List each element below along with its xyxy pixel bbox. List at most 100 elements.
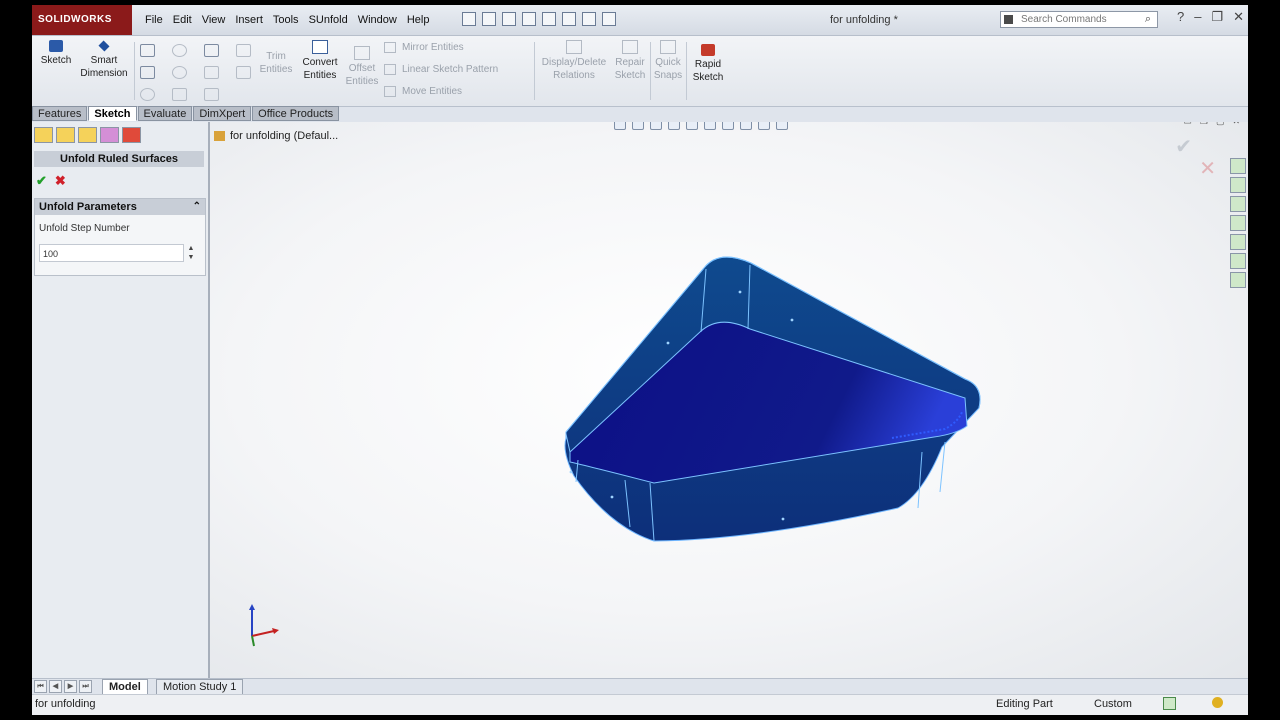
linear-sketch-pattern-button[interactable]: Linear Sketch Pattern bbox=[384, 64, 498, 75]
property-manager-panel: Unfold Ruled Surfaces ✔ ✖ Unfold Paramet… bbox=[32, 122, 210, 679]
slot-tool-icon[interactable] bbox=[140, 88, 155, 101]
rebuild-status-icon[interactable] bbox=[1163, 697, 1176, 710]
polygon-tool-icon[interactable] bbox=[172, 88, 187, 101]
repair-sketch-button[interactable]: Repair Sketch bbox=[612, 40, 648, 82]
sketch-point[interactable] bbox=[781, 517, 785, 521]
status-units[interactable]: Custom bbox=[1094, 698, 1132, 710]
tab-evaluate[interactable]: Evaluate bbox=[137, 106, 193, 121]
unfold-step-spinner[interactable]: ▲ ▼ bbox=[185, 244, 197, 262]
move-icon bbox=[384, 86, 396, 97]
quick-tips-icon[interactable] bbox=[1212, 697, 1223, 708]
undo-icon[interactable] bbox=[542, 12, 556, 26]
rectangle-tool-icon[interactable] bbox=[140, 66, 155, 79]
menu-insert[interactable]: Insert bbox=[230, 14, 268, 26]
search-icon[interactable]: ⌕ bbox=[1145, 13, 1151, 26]
offset-entities-button[interactable]: Offset Entities bbox=[344, 46, 380, 88]
quick-snaps-icon bbox=[660, 40, 676, 54]
text-tool-icon[interactable] bbox=[236, 66, 251, 79]
window-controls: ? – ❐ ✕ bbox=[1177, 9, 1244, 25]
tab-features[interactable]: Features bbox=[32, 106, 88, 121]
line-tool-icon[interactable] bbox=[140, 44, 155, 57]
search-placeholder: Search Commands bbox=[1021, 14, 1107, 25]
linear-pattern-icon bbox=[384, 64, 396, 75]
graphics-area[interactable]: for unfolding (Defaul... ▭ ❐ ▢ ✕ ✔ ✕ bbox=[210, 122, 1248, 679]
new-icon[interactable] bbox=[462, 12, 476, 26]
convert-label-2: Entities bbox=[303, 70, 337, 81]
solidworks-window: SOLIDWORKS File Edit View Insert Tools S… bbox=[32, 5, 1248, 715]
close-icon[interactable]: ✖ bbox=[55, 173, 66, 189]
separator bbox=[134, 42, 135, 100]
sketch-point[interactable] bbox=[569, 470, 573, 474]
sketch-point[interactable] bbox=[666, 341, 670, 345]
offset-label-1: Offset bbox=[348, 63, 376, 74]
rebuild-icon[interactable] bbox=[582, 12, 596, 26]
display-manager-icon[interactable] bbox=[122, 127, 141, 143]
search-commands-field[interactable]: Search Commands ⌕ bbox=[1000, 11, 1158, 28]
tab-office-products[interactable]: Office Products bbox=[252, 106, 340, 121]
sketch-point[interactable] bbox=[610, 495, 614, 499]
save-icon[interactable] bbox=[502, 12, 516, 26]
convert-entities-icon bbox=[312, 40, 328, 54]
unfold-step-label: Unfold Step Number bbox=[39, 223, 130, 234]
repair-sketch-icon bbox=[622, 40, 638, 54]
title-bar: SOLIDWORKS File Edit View Insert Tools S… bbox=[32, 5, 1248, 36]
rapid-sketch-button[interactable]: Rapid Sketch bbox=[690, 44, 726, 84]
unfold-step-input[interactable]: 100 bbox=[39, 244, 184, 262]
feature-manager-icon[interactable] bbox=[34, 127, 53, 143]
open-icon[interactable] bbox=[482, 12, 496, 26]
close-window-icon[interactable]: ✕ bbox=[1233, 9, 1244, 25]
menu-view[interactable]: View bbox=[197, 14, 231, 26]
help-icon[interactable]: ? bbox=[1177, 9, 1184, 25]
quick-snaps-button[interactable]: Quick Snaps bbox=[652, 40, 684, 82]
smart-dimension-button[interactable]: Smart Dimension bbox=[78, 40, 130, 80]
tab-model[interactable]: Model bbox=[102, 679, 148, 695]
menu-help[interactable]: Help bbox=[402, 14, 435, 26]
configuration-manager-icon[interactable] bbox=[78, 127, 97, 143]
smart-dimension-icon bbox=[98, 40, 110, 52]
select-icon[interactable] bbox=[562, 12, 576, 26]
next-tab-icon[interactable]: ▶ bbox=[64, 680, 77, 693]
sketch-point[interactable] bbox=[790, 318, 794, 322]
triad-icon bbox=[249, 604, 279, 647]
search-scope-icon[interactable] bbox=[1004, 15, 1013, 24]
print-icon[interactable] bbox=[522, 12, 536, 26]
sketch-point[interactable] bbox=[738, 290, 742, 294]
menu-tools[interactable]: Tools bbox=[268, 14, 304, 26]
display-delete-label-1: Display/Delete bbox=[541, 57, 607, 68]
prev-tab-icon[interactable]: ◀ bbox=[49, 680, 62, 693]
move-entities-button[interactable]: Move Entities bbox=[384, 86, 462, 97]
status-bar: for unfolding Editing Part Custom bbox=[32, 694, 1248, 715]
menu-window[interactable]: Window bbox=[353, 14, 402, 26]
unfold-parameters-group: Unfold Parameters ⌃ Unfold Step Number 1… bbox=[34, 198, 206, 276]
mirror-entities-button[interactable]: Mirror Entities bbox=[384, 42, 464, 53]
display-delete-relations-button[interactable]: Display/Delete Relations bbox=[538, 40, 610, 82]
menu-edit[interactable]: Edit bbox=[168, 14, 197, 26]
plane-tool-icon[interactable] bbox=[236, 44, 251, 57]
trim-entities-button[interactable]: Trim Entities bbox=[258, 50, 294, 76]
tab-motion-study[interactable]: Motion Study 1 bbox=[156, 679, 244, 695]
point-tool-icon[interactable] bbox=[204, 88, 219, 101]
tab-sketch[interactable]: Sketch bbox=[88, 106, 137, 121]
spline-tool-icon[interactable] bbox=[204, 44, 219, 57]
restore-icon[interactable]: ❐ bbox=[1211, 9, 1223, 25]
command-manager: Sketch Smart Dimension Trim Entities Con… bbox=[32, 36, 1248, 107]
repair-label-2: Sketch bbox=[614, 70, 646, 81]
check-icon[interactable]: ✔ bbox=[36, 173, 47, 189]
group-header[interactable]: Unfold Parameters ⌃ bbox=[35, 199, 205, 215]
sketch-button[interactable]: Sketch bbox=[38, 40, 74, 67]
convert-entities-button[interactable]: Convert Entities bbox=[298, 40, 342, 82]
first-tab-icon[interactable]: ⏮ bbox=[34, 680, 47, 693]
arc-tool-icon[interactable] bbox=[172, 66, 187, 79]
dimxpert-manager-icon[interactable] bbox=[100, 127, 119, 143]
circle-tool-icon[interactable] bbox=[172, 44, 187, 57]
minimize-icon[interactable]: – bbox=[1194, 9, 1201, 25]
collapse-icon[interactable]: ⌃ bbox=[193, 199, 201, 215]
menu-file[interactable]: File bbox=[140, 14, 168, 26]
fillet-tool-icon[interactable] bbox=[204, 66, 219, 79]
property-manager-icon[interactable] bbox=[56, 127, 75, 143]
tab-dimxpert[interactable]: DimXpert bbox=[193, 106, 252, 121]
last-tab-icon[interactable]: ⏭ bbox=[79, 680, 92, 693]
options-icon[interactable] bbox=[602, 12, 616, 26]
part-model[interactable] bbox=[210, 122, 1248, 679]
menu-sunfold[interactable]: SUnfold bbox=[304, 14, 353, 26]
